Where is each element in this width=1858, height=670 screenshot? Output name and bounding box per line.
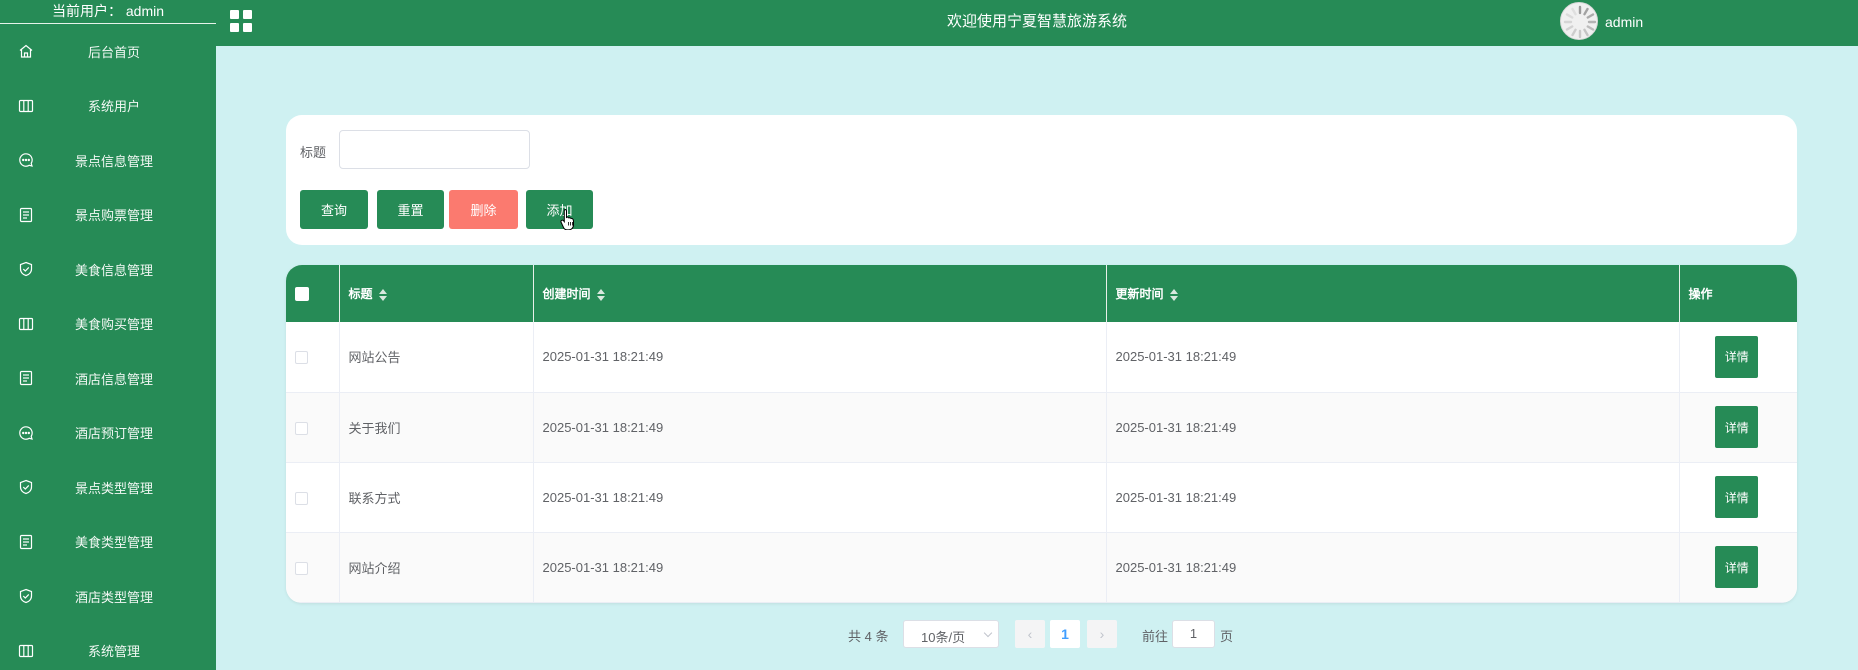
table-row: 关于我们 2025-01-31 18:21:49 2025-01-31 18:21:… bbox=[286, 392, 1797, 463]
document-icon bbox=[17, 369, 35, 387]
sidebar-item-food-purchase[interactable]: 美食购买管理 bbox=[0, 297, 216, 352]
cell-title: 网站介绍 bbox=[339, 532, 534, 603]
sidebar-item-home[interactable]: 后台首页 bbox=[0, 24, 216, 79]
columns-icon bbox=[17, 315, 35, 333]
sidebar-menu: 后台首页 系统用户 景点信息管理 景点购票管理 美食信息管理 美食购买管理 酒店信息管理 酒店… bbox=[0, 24, 216, 670]
goto-label: 前往 bbox=[1142, 629, 1169, 644]
sidebar-item-scenic-type[interactable]: 景点类型管理 bbox=[0, 460, 216, 515]
shield-icon bbox=[17, 587, 35, 605]
document-icon bbox=[17, 206, 35, 224]
data-table: 标题 创建时间 更新时间 操作 网站公告 2025-01-31 18:21:49 2… bbox=[286, 265, 1797, 603]
header-username[interactable]: admin bbox=[1605, 0, 1643, 44]
goto-suffix-label: 页 bbox=[1220, 629, 1234, 644]
table-header-row: 标题 创建时间 更新时间 操作 bbox=[286, 265, 1797, 322]
cell-updated: 2025-01-31 18:21:49 bbox=[1106, 462, 1680, 533]
chevron-down-icon bbox=[983, 628, 993, 638]
avatar[interactable] bbox=[1560, 2, 1598, 40]
cell-actions: 详情 bbox=[1679, 392, 1797, 463]
cell-created: 2025-01-31 18:21:49 bbox=[533, 462, 1107, 533]
column-header-updated[interactable]: 更新时间 bbox=[1106, 265, 1680, 322]
shield-icon bbox=[17, 260, 35, 278]
detail-button[interactable]: 详情 bbox=[1715, 546, 1759, 588]
delete-button[interactable]: 删除 bbox=[449, 190, 518, 229]
select-all-cell bbox=[286, 265, 340, 322]
table-row: 网站公告 2025-01-31 18:21:49 2025-01-31 18:21:… bbox=[286, 322, 1797, 393]
sidebar-item-food-type[interactable]: 美食类型管理 bbox=[0, 515, 216, 570]
prev-page-button[interactable]: ‹ bbox=[1015, 620, 1045, 648]
chat-icon bbox=[17, 424, 35, 442]
row-select-cell bbox=[286, 322, 340, 393]
table-body: 网站公告 2025-01-31 18:21:49 2025-01-31 18:21:… bbox=[286, 322, 1797, 603]
home-icon bbox=[17, 42, 35, 60]
select-all-checkbox[interactable] bbox=[295, 286, 309, 301]
sidebar: 当前用户： admin 后台首页 系统用户 景点信息管理 景点购票管理 美食信息管理 美食… bbox=[0, 0, 216, 670]
sidebar-item-hotel-type[interactable]: 酒店类型管理 bbox=[0, 569, 216, 624]
page-size-select[interactable]: 10条/页 bbox=[903, 620, 999, 648]
table-row: 网站介绍 2025-01-31 18:21:49 2025-01-31 18:21:… bbox=[286, 532, 1797, 603]
cell-title: 网站公告 bbox=[339, 322, 534, 393]
cell-updated: 2025-01-31 18:21:49 bbox=[1106, 392, 1680, 463]
sort-icon[interactable] bbox=[378, 288, 387, 301]
sort-icon[interactable] bbox=[596, 288, 605, 301]
row-checkbox[interactable] bbox=[295, 561, 308, 575]
columns-icon bbox=[17, 97, 35, 115]
sort-icon[interactable] bbox=[1169, 288, 1178, 301]
cell-actions: 详情 bbox=[1679, 532, 1797, 603]
row-checkbox[interactable] bbox=[295, 421, 308, 435]
total-count: 共 4 条 bbox=[848, 629, 889, 644]
detail-button[interactable]: 详情 bbox=[1715, 406, 1759, 448]
sidebar-item-scenic-ticket[interactable]: 景点购票管理 bbox=[0, 188, 216, 243]
detail-button[interactable]: 详情 bbox=[1715, 476, 1759, 518]
current-user-label: 当前用户： admin bbox=[0, 0, 216, 24]
cell-title: 联系方式 bbox=[339, 462, 534, 533]
table-row: 联系方式 2025-01-31 18:21:49 2025-01-31 18:21:… bbox=[286, 462, 1797, 533]
next-page-button[interactable]: › bbox=[1087, 620, 1117, 648]
row-select-cell bbox=[286, 532, 340, 603]
title-search-input[interactable] bbox=[339, 130, 530, 169]
search-panel: 标题 查询 重置 删除 添加 bbox=[286, 115, 1797, 245]
chat-icon bbox=[17, 151, 35, 169]
row-checkbox[interactable] bbox=[295, 351, 308, 365]
row-select-cell bbox=[286, 462, 340, 533]
hand-cursor-icon bbox=[560, 208, 574, 230]
column-header-created[interactable]: 创建时间 bbox=[533, 265, 1107, 322]
page-number-button[interactable]: 1 bbox=[1050, 620, 1080, 648]
document-icon bbox=[17, 533, 35, 551]
cell-actions: 详情 bbox=[1679, 322, 1797, 393]
row-checkbox[interactable] bbox=[295, 491, 308, 505]
title-label: 标题 bbox=[300, 145, 327, 160]
goto-page-input[interactable]: 1 bbox=[1172, 620, 1215, 648]
cell-actions: 详情 bbox=[1679, 462, 1797, 533]
sidebar-item-hotel-info[interactable]: 酒店信息管理 bbox=[0, 351, 216, 406]
cell-created: 2025-01-31 18:21:49 bbox=[533, 392, 1107, 463]
query-button[interactable]: 查询 bbox=[300, 190, 368, 229]
sidebar-item-hotel-booking[interactable]: 酒店预订管理 bbox=[0, 406, 216, 461]
sidebar-item-food-info[interactable]: 美食信息管理 bbox=[0, 242, 216, 297]
sidebar-item-scenic-info[interactable]: 景点信息管理 bbox=[0, 133, 216, 188]
cell-created: 2025-01-31 18:21:49 bbox=[533, 322, 1107, 393]
column-header-actions: 操作 bbox=[1688, 287, 1713, 301]
cell-updated: 2025-01-31 18:21:49 bbox=[1106, 532, 1680, 603]
detail-button[interactable]: 详情 bbox=[1715, 335, 1759, 378]
cell-title: 关于我们 bbox=[339, 392, 534, 463]
top-header: 欢迎使用宁夏智慧旅游系统 admin bbox=[216, 0, 1858, 46]
cell-created: 2025-01-31 18:21:49 bbox=[533, 532, 1107, 603]
cell-updated: 2025-01-31 18:21:49 bbox=[1106, 322, 1680, 393]
sidebar-item-users[interactable]: 系统用户 bbox=[0, 79, 216, 134]
shield-icon bbox=[17, 478, 35, 496]
row-select-cell bbox=[286, 392, 340, 463]
pagination: 共 4 条 10条/页 ‹ 1 › 前往 1 页 bbox=[0, 620, 1858, 648]
column-header-title[interactable]: 标题 bbox=[339, 265, 534, 322]
reset-button[interactable]: 重置 bbox=[377, 190, 444, 229]
